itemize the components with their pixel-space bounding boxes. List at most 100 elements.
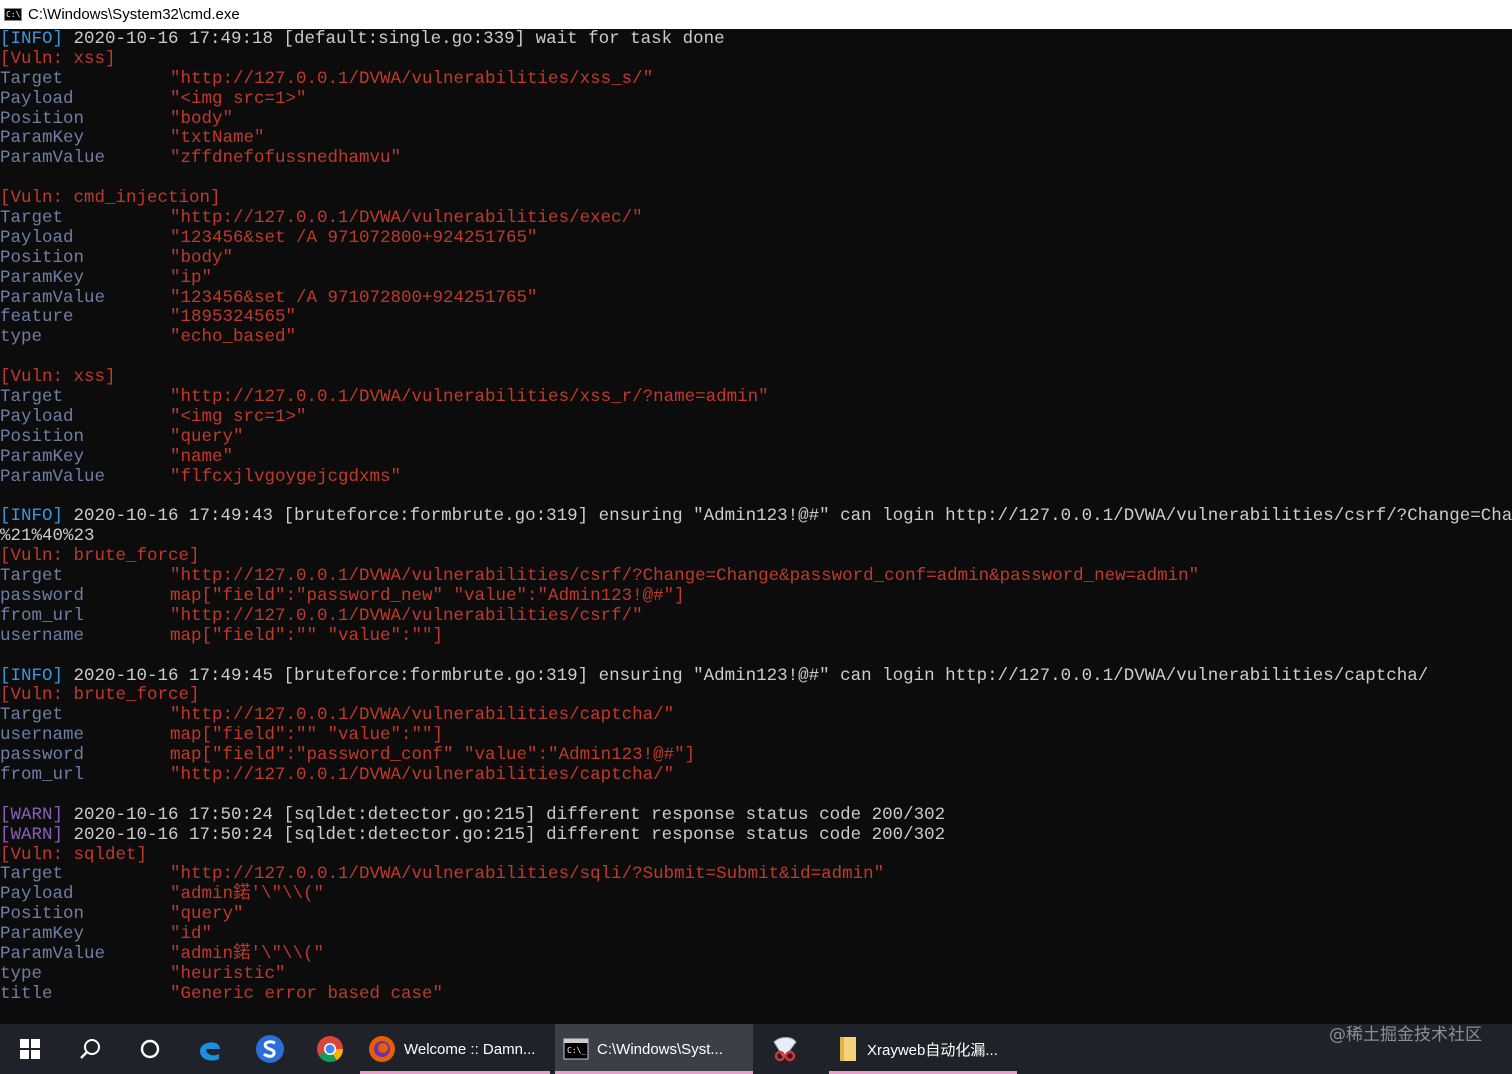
info-log-line: [INFO] 2020-10-16 17:49:45 [bruteforce:f…: [0, 666, 1512, 687]
log-message: 2020-10-16 17:49:18 [default:single.go:3…: [63, 29, 725, 49]
console-key: ParamKey: [0, 924, 85, 945]
console-key: Position: [0, 247, 85, 268]
cmd-icon: C:\_: [563, 1038, 589, 1060]
console-key: Target: [0, 705, 64, 726]
console-value: "<img src=1>": [170, 88, 307, 109]
taskbar: Welcome :: Damn... C:\_ C:\Windows\Syst.…: [0, 1024, 1512, 1074]
console-key: Payload: [0, 88, 74, 109]
console-key: Payload: [0, 884, 74, 905]
console-kv-line: ParamValue "flfcxjlvgoygejcgdxms": [0, 467, 1512, 488]
cortana-icon[interactable]: [120, 1024, 180, 1074]
warn-tag: [WARN]: [0, 804, 64, 825]
vuln-header: [Vuln: xss]: [0, 48, 1512, 70]
explorer-app[interactable]: Xrayweb自动化漏...: [829, 1024, 1017, 1074]
console-value: "admin鍩'\"\\(": [170, 943, 325, 964]
console-kv-line: ParamKey "txtName": [0, 129, 1512, 149]
console-kv-line: Target "http://127.0.0.1/DVWA/vulnerabili…: [0, 387, 1512, 408]
log-message: 2020-10-16 17:50:24 [sqldet:detector.go:…: [63, 824, 946, 845]
console-kv-line: title "Generic error based case": [0, 983, 1512, 1005]
console-value: "http://127.0.0.1/DVWA/vulnerabilities/c…: [170, 705, 675, 726]
firefox-icon: [369, 1036, 395, 1062]
console-key: Payload: [0, 406, 74, 427]
firefox-app[interactable]: Welcome :: Damn...: [360, 1024, 550, 1074]
console-kv-line: Payload "admin鍩'\"\\(": [0, 884, 1512, 905]
console-kv-line: Target "http://127.0.0.1/DVWA/vulnerabili…: [0, 566, 1512, 587]
vuln-header-text: [Vuln: brute_force]: [0, 546, 200, 567]
console-kv-line: ParamKey "name": [0, 446, 1512, 468]
search-icon[interactable]: [60, 1024, 120, 1074]
console-kv-line: ParamKey "ip": [0, 267, 1512, 289]
console-value: "http://127.0.0.1/DVWA/vulnerabilities/x…: [170, 68, 654, 89]
console-value: "http://127.0.0.1/DVWA/vulnerabilities/c…: [170, 566, 1200, 587]
console-value: "<img src=1>": [170, 406, 307, 427]
info-tag: [INFO]: [0, 29, 64, 49]
vuln-header-text: [Vuln: brute_force]: [0, 685, 200, 706]
vuln-header: [Vuln: brute_force]: [0, 546, 1512, 567]
window-title: C:\Windows\System32\cmd.exe: [28, 6, 240, 23]
folder-icon: [840, 1037, 856, 1061]
console-value: map["field":"" "value":""]: [170, 725, 444, 746]
console-value: "Generic error based case": [170, 983, 444, 1004]
info-log-line: [INFO] 2020-10-16 17:49:43 [bruteforce:f…: [0, 506, 1512, 527]
console-value: "ip": [170, 267, 213, 288]
console-value: map["field":"password_new" "value":"Admi…: [170, 585, 685, 606]
cmd-app-icon: C:\: [4, 8, 22, 21]
console-key: type: [0, 963, 43, 984]
console-key: ParamValue: [0, 148, 106, 169]
console-plain-line: %21%40%23: [0, 526, 1512, 547]
console-value: "http://127.0.0.1/DVWA/vulnerabilities/c…: [170, 764, 675, 785]
cmd-app-label: C:\Windows\Syst...: [597, 1040, 723, 1058]
vuln-header-text: [Vuln: sqldet]: [0, 844, 148, 865]
console-key: Target: [0, 68, 64, 89]
explorer-app-label: Xrayweb自动化漏...: [867, 1041, 998, 1059]
console-value: "body": [170, 247, 234, 268]
console-value: "admin鍩'\"\\(": [170, 884, 325, 905]
console-key: ParamValue: [0, 943, 106, 964]
console-key: Target: [0, 208, 64, 229]
console-key: ParamKey: [0, 267, 85, 288]
window-titlebar[interactable]: C:\ C:\Windows\System32\cmd.exe: [0, 0, 1512, 29]
cmd-app[interactable]: C:\_ C:\Windows\Syst...: [555, 1024, 753, 1074]
console-value: "http://127.0.0.1/DVWA/vulnerabilities/e…: [170, 208, 643, 229]
console-kv-line: Target "http://127.0.0.1/DVWA/vulnerabili…: [0, 68, 1512, 90]
console-kv-line: feature "1895324565": [0, 308, 1512, 328]
console-value: "txtName": [170, 128, 265, 149]
console-key: from_url: [0, 764, 85, 785]
console-value: "echo_based": [170, 327, 297, 348]
console-key: password: [0, 745, 85, 766]
console-key: Position: [0, 426, 85, 447]
console-value: "heuristic": [170, 963, 286, 984]
vuln-header-text: [Vuln: xss]: [0, 367, 116, 388]
console-key: username: [0, 725, 85, 746]
info-log-line: [INFO] 2020-10-16 17:49:18 [default:sing…: [0, 29, 1512, 50]
console-value: "http://127.0.0.1/DVWA/vulnerabilities/s…: [170, 864, 885, 885]
console-value: "123456&set /A 971072800+924251765": [170, 287, 538, 308]
console-kv-line: ParamKey "id": [0, 924, 1512, 945]
console-key: from_url: [0, 605, 85, 626]
console-value: "query": [170, 426, 244, 447]
windows-start-icon[interactable]: [0, 1024, 60, 1074]
svg-text:C:\_: C:\_: [567, 1046, 586, 1055]
console-kv-line: Position "body": [0, 109, 1512, 130]
console-kv-line: username map["field":"" "value":""]: [0, 725, 1512, 746]
console-key: Target: [0, 387, 64, 408]
snipping-tool-app[interactable]: [755, 1024, 815, 1074]
console-kv-line: Position "query": [0, 904, 1512, 925]
chrome-icon[interactable]: [300, 1024, 360, 1074]
console-kv-line: from_url "http://127.0.0.1/DVWA/vulnerabi…: [0, 605, 1512, 627]
console-key: ParamKey: [0, 446, 85, 467]
console-kv-line: password map["field":"password_conf" "val…: [0, 745, 1512, 766]
console-kv-line: Position "body": [0, 247, 1512, 269]
vuln-header-text: [Vuln: xss]: [0, 48, 116, 69]
sogou-icon[interactable]: [240, 1024, 300, 1074]
console-key: title: [0, 983, 53, 1004]
console-kv-line: from_url "http://127.0.0.1/DVWA/vulnerabi…: [0, 764, 1512, 786]
console-output[interactable]: [INFO] 2020-10-16 17:49:18 [default:sing…: [0, 29, 1512, 1024]
edge-browser-icon[interactable]: [180, 1024, 240, 1074]
console-kv-line: Target "http://127.0.0.1/DVWA/vulnerabili…: [0, 705, 1512, 726]
console-value: "zffdnefofussnedhamvu": [170, 148, 402, 169]
console-key: type: [0, 327, 43, 348]
